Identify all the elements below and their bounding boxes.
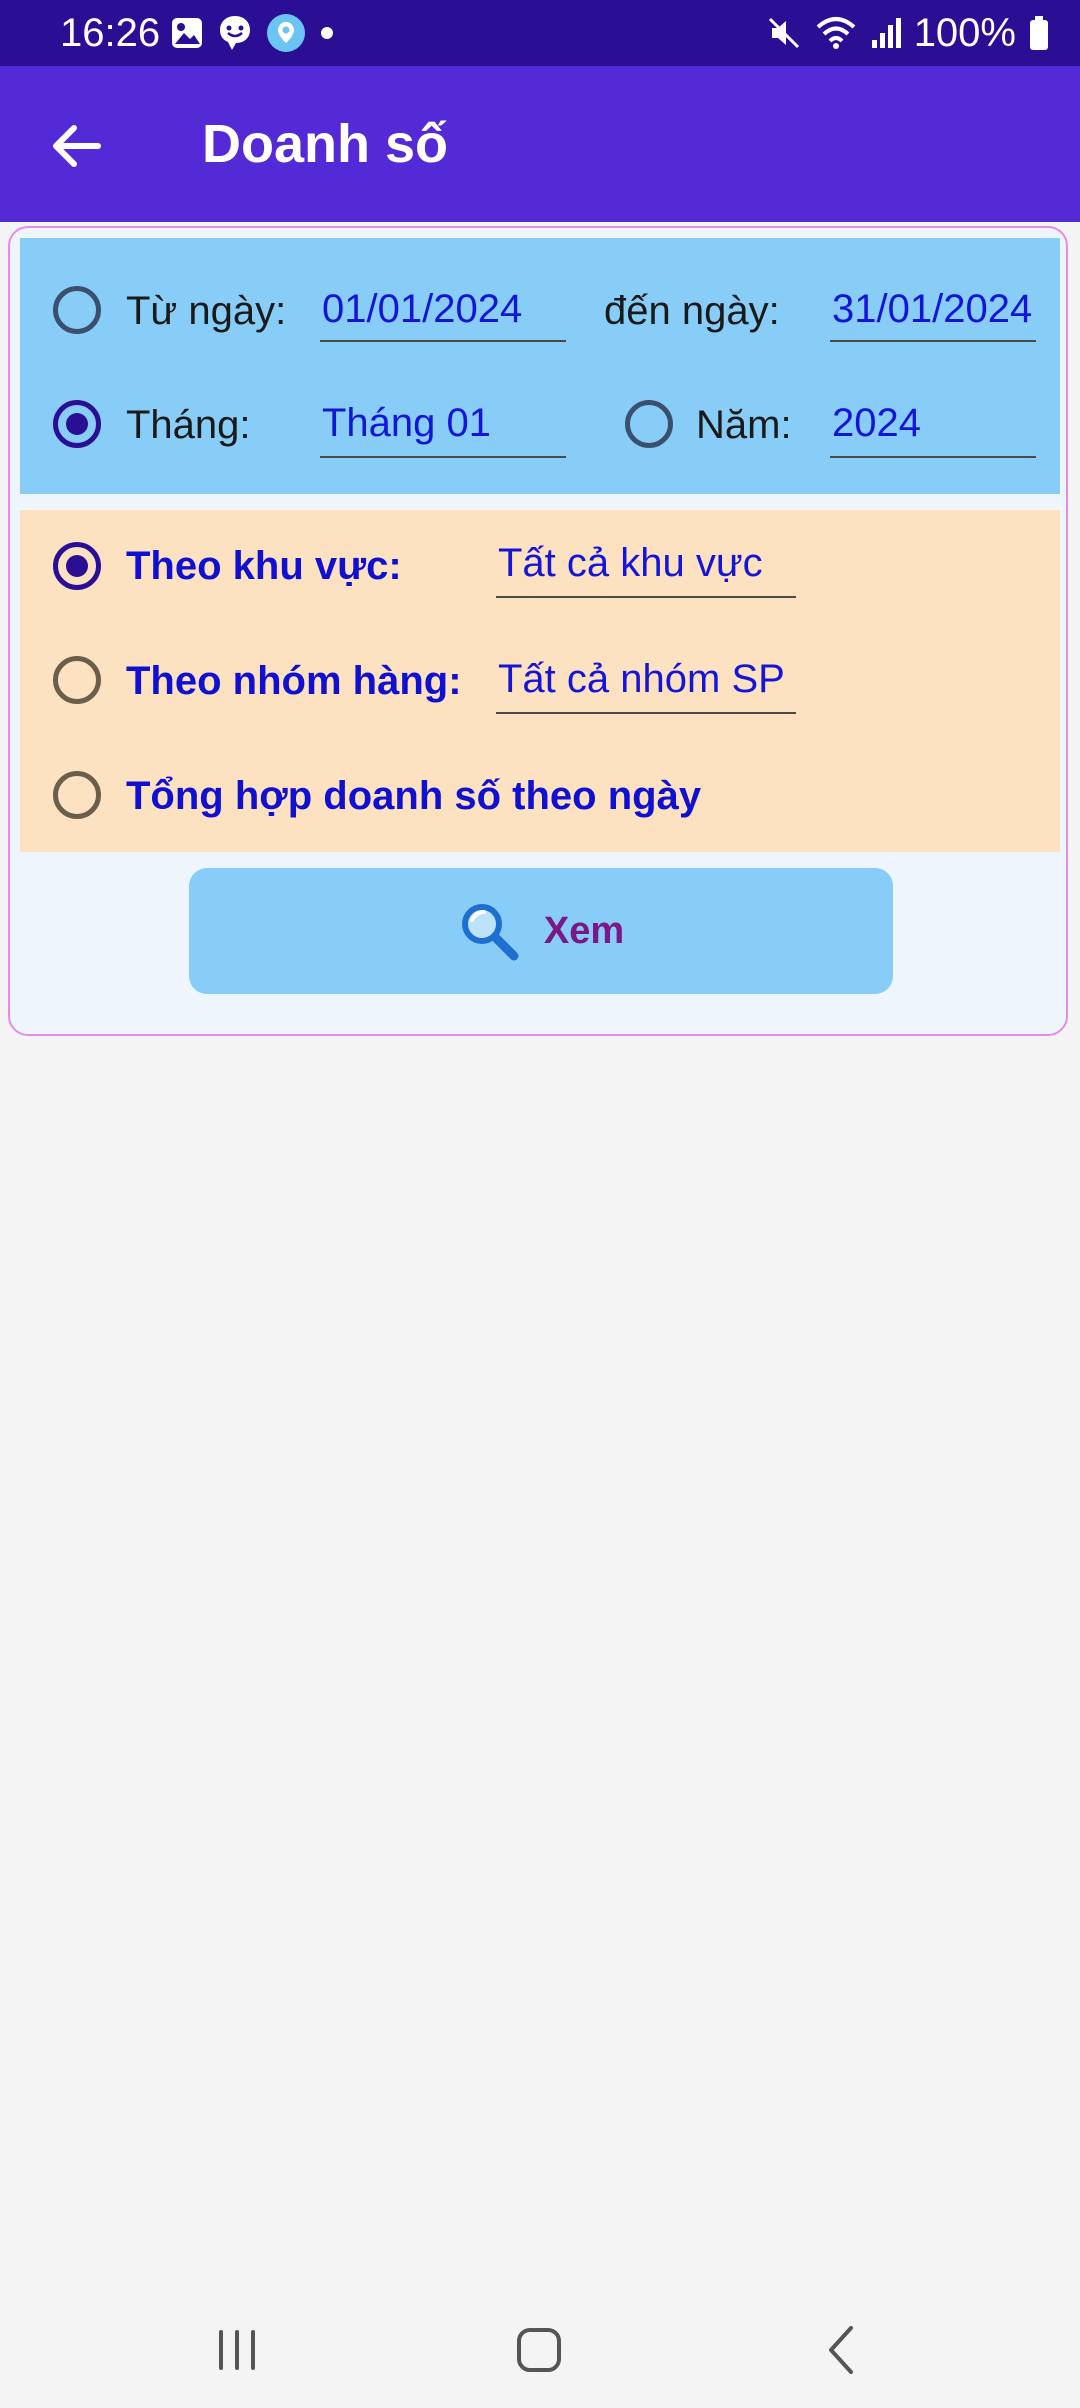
view-button-label: Xem xyxy=(543,909,625,952)
location-app-icon xyxy=(267,14,305,52)
dot-icon xyxy=(321,27,333,39)
wifi-icon xyxy=(816,17,856,49)
home-button[interactable] xyxy=(494,2320,584,2380)
recent-apps-button[interactable] xyxy=(192,2320,282,2380)
month-field[interactable]: Tháng 01 xyxy=(320,398,566,458)
status-icons-left xyxy=(170,14,334,52)
from-date-field[interactable]: 01/01/2024 xyxy=(320,284,566,342)
system-nav-bar xyxy=(0,2290,1080,2408)
messenger-icon xyxy=(220,16,250,50)
daily-summary-label: Tổng hợp doanh số theo ngày xyxy=(126,774,702,818)
battery-icon xyxy=(1030,16,1048,50)
home-icon xyxy=(517,2328,561,2372)
status-icons-right: 100% xyxy=(766,8,1050,58)
daily-summary-radio[interactable] xyxy=(53,771,101,819)
app-bar: Doanh số xyxy=(0,66,1080,222)
product-group-select[interactable]: Tất cả nhóm SP xyxy=(496,654,796,714)
month-radio[interactable] xyxy=(53,400,101,448)
to-date-field[interactable]: 31/01/2024 xyxy=(830,284,1036,342)
from-date-label: Từ ngày: xyxy=(126,289,287,333)
product-group-label: Theo nhóm hàng: xyxy=(126,659,462,703)
product-group-radio[interactable] xyxy=(53,656,101,704)
region-radio[interactable] xyxy=(53,542,101,590)
gallery-icon xyxy=(172,18,202,48)
back-icon xyxy=(829,2326,853,2374)
nav-back-button[interactable] xyxy=(796,2320,886,2380)
year-label: Năm: xyxy=(696,403,792,447)
year-radio[interactable] xyxy=(625,400,673,448)
year-field[interactable]: 2024 xyxy=(830,398,1036,458)
region-label: Theo khu vực: xyxy=(126,544,402,588)
status-bar: 16:26 100% xyxy=(0,0,1080,66)
page-title: Doanh số xyxy=(202,114,449,174)
arrow-left-icon xyxy=(53,125,101,167)
back-button[interactable] xyxy=(40,110,112,182)
region-select[interactable]: Tất cả khu vực xyxy=(496,538,796,598)
to-date-label: đến ngày: xyxy=(604,289,780,333)
view-button[interactable]: Xem xyxy=(189,868,893,994)
status-time: 16:26 xyxy=(60,11,161,55)
mute-icon xyxy=(768,17,799,49)
signal-icon xyxy=(871,18,901,48)
search-icon xyxy=(461,904,519,961)
from-date-radio[interactable] xyxy=(53,286,101,334)
recent-apps-icon xyxy=(219,2330,255,2370)
battery-percent: 100% xyxy=(913,11,1016,55)
month-label: Tháng: xyxy=(126,403,251,447)
